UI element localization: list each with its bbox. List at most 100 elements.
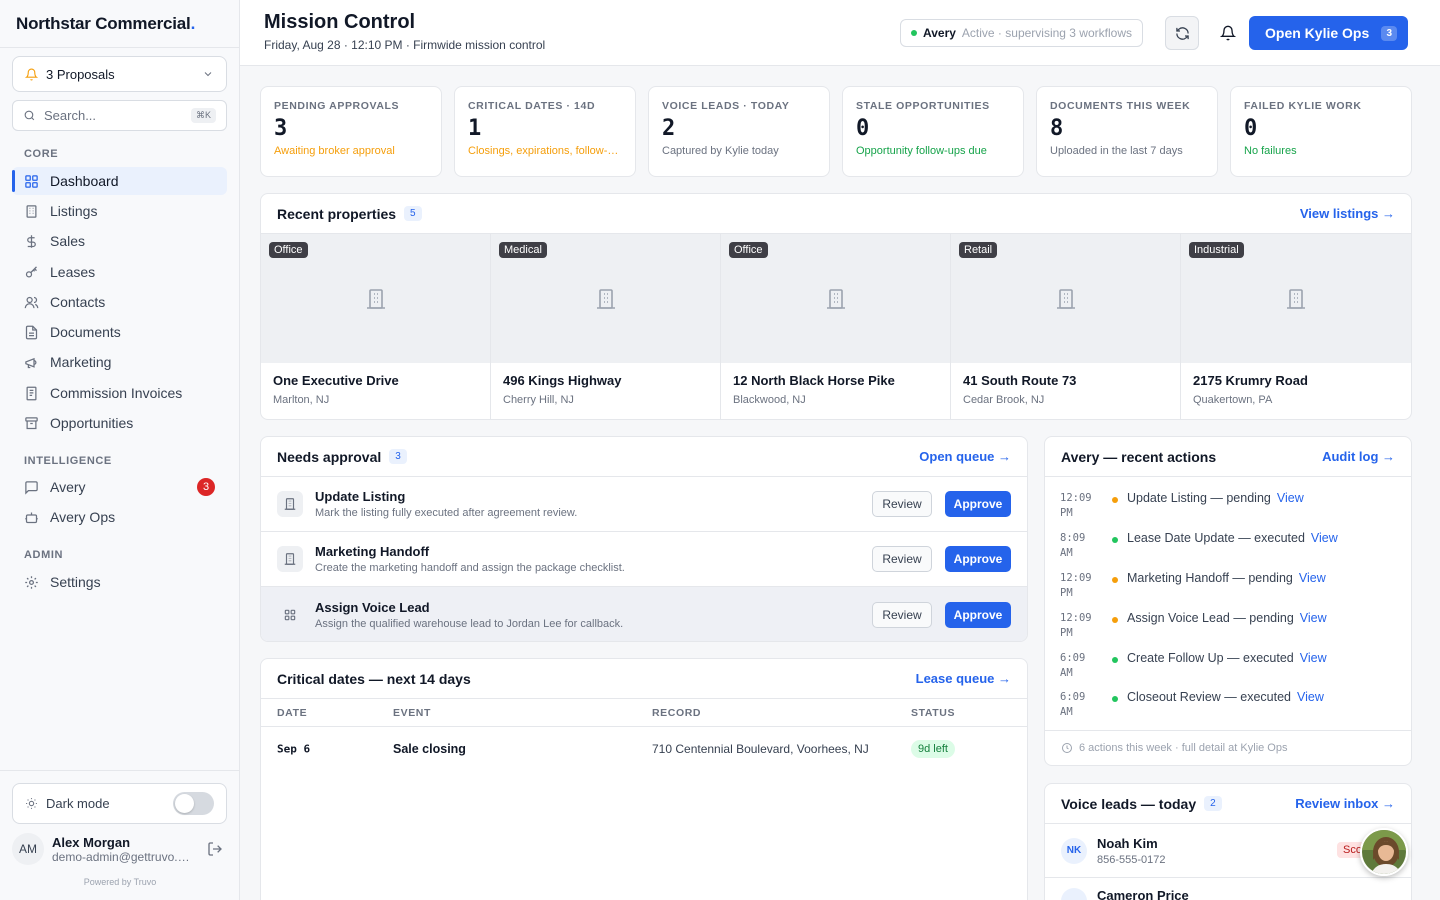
property-name: 496 Kings Highway <box>503 373 622 388</box>
approve-button[interactable]: Approve <box>945 546 1011 572</box>
sidebar-item-opportunities[interactable]: Opportunities <box>12 409 227 437</box>
building-icon <box>1054 287 1078 311</box>
property-card[interactable]: Retail 41 South Route 73 Cedar Brook, NJ <box>951 234 1181 419</box>
property-type-tag: Industrial <box>1189 242 1244 258</box>
approval-description: Mark the listing fully executed after ag… <box>315 507 578 519</box>
sidebar-item-commission-invoices[interactable]: Commission Invoices <box>12 379 227 407</box>
table-header: DATE EVENT RECORD STATUS <box>261 699 1027 727</box>
approval-title: Assign Voice Lead <box>315 599 430 615</box>
proposals-dropdown[interactable]: 3 Proposals <box>12 56 227 92</box>
stat-card-failed-work[interactable]: FAILED KYLIE WORK 0 No failures <box>1230 86 1412 177</box>
dark-mode-row: Dark mode <box>12 783 227 824</box>
stat-label: VOICE LEADS · TODAY <box>662 100 790 112</box>
view-link[interactable]: View <box>1300 611 1327 625</box>
sidebar-item-label: Settings <box>50 574 101 590</box>
search-input[interactable]: Search... ⌘K <box>12 100 227 131</box>
recent-properties-panel: Recent properties 5 View listings → Offi… <box>260 193 1412 420</box>
sidebar-item-marketing[interactable]: Marketing <box>12 348 227 376</box>
action-text: Assign Voice Lead — pending <box>1127 611 1294 625</box>
property-card[interactable]: Industrial 2175 Krumry Road Quakertown, … <box>1181 234 1411 419</box>
building-icon <box>594 287 618 311</box>
sidebar-item-listings[interactable]: Listings <box>12 197 227 225</box>
action-time: 12:09 PM <box>1060 492 1092 519</box>
lead-avatar <box>1061 888 1087 900</box>
open-queue-link[interactable]: Open queue → <box>919 449 1011 464</box>
property-type-tag: Retail <box>959 242 998 258</box>
proposals-label: 3 Proposals <box>46 66 115 82</box>
refresh-button[interactable] <box>1165 16 1199 50</box>
search-shortcut: ⌘K <box>190 108 216 123</box>
review-inbox-link[interactable]: Review inbox → <box>1295 796 1395 811</box>
stat-card-pending-approvals[interactable]: PENDING APPROVALS 3 Awaiting broker appr… <box>260 86 442 177</box>
property-card[interactable]: Office One Executive Drive Marlton, NJ <box>261 234 491 419</box>
stat-card-stale-opportunities[interactable]: STALE OPPORTUNITIES 0 Opportunity follow… <box>842 86 1024 177</box>
users-icon <box>24 295 50 310</box>
sidebar-item-label: Sales <box>50 233 86 249</box>
needs-approval-panel: Needs approval 3 Open queue → Update Lis… <box>260 436 1028 642</box>
open-kylie-ops-button[interactable]: Open Kylie Ops 3 <box>1249 16 1408 50</box>
sidebar-item-avery[interactable]: Avery 3 <box>12 473 227 501</box>
user-name: Alex Morgan <box>52 834 131 850</box>
assistant-avatar-button[interactable] <box>1360 828 1408 876</box>
robot-icon <box>24 510 50 525</box>
sidebar-item-settings[interactable]: Settings <box>12 568 227 596</box>
review-button[interactable]: Review <box>872 546 932 572</box>
sidebar-item-sales[interactable]: Sales <box>12 227 227 255</box>
executed-dot <box>1112 696 1118 702</box>
stat-card-critical-dates[interactable]: CRITICAL DATES · 14D 1 Closings, expirat… <box>454 86 636 177</box>
lease-queue-link[interactable]: Lease queue → <box>916 671 1011 686</box>
brand-logo[interactable]: Northstar Commercial. <box>16 14 195 34</box>
building-icon <box>1284 287 1308 311</box>
view-link[interactable]: View <box>1311 531 1338 545</box>
sidebar-item-dashboard[interactable]: Dashboard <box>12 167 227 195</box>
stat-card-documents[interactable]: DOCUMENTS THIS WEEK 8 Uploaded in the la… <box>1036 86 1218 177</box>
user-profile[interactable]: AM Alex Morgan demo-admin@gettruvo.com <box>12 832 227 866</box>
audit-log-link[interactable]: Audit log → <box>1322 449 1395 464</box>
action-item: 12:09 PM Assign Voice Lead — pending View <box>1060 611 1400 651</box>
property-name: 2175 Krumry Road <box>1193 373 1308 388</box>
action-time: 6:09 AM <box>1060 652 1086 679</box>
notifications-button[interactable] <box>1211 16 1245 50</box>
table-row[interactable]: Sep 6 Sale closing 710 Centennial Boulev… <box>261 727 1027 771</box>
approve-button[interactable]: Approve <box>945 601 1011 628</box>
view-link[interactable]: View <box>1299 571 1326 585</box>
stat-card-voice-leads[interactable]: VOICE LEADS · TODAY 2 Captured by Kylie … <box>648 86 830 177</box>
actions-footer-text: 6 actions this week · full detail at Kyl… <box>1079 742 1288 754</box>
property-type-tag: Office <box>729 242 768 258</box>
agent-status-pill[interactable]: Avery Active · supervising 3 workflows <box>900 19 1143 47</box>
action-text: Closeout Review — executed <box>1127 690 1291 704</box>
sidebar-item-leases[interactable]: Leases <box>12 258 227 286</box>
action-time: 8:09 AM <box>1060 532 1086 559</box>
gear-icon <box>24 575 50 590</box>
dark-mode-toggle[interactable] <box>173 792 214 815</box>
property-image: Medical <box>491 234 720 363</box>
lead-row[interactable]: Cameron Price <box>1045 878 1411 900</box>
sidebar-item-documents[interactable]: Documents <box>12 318 227 346</box>
property-card[interactable]: Office 12 North Black Horse Pike Blackwo… <box>721 234 951 419</box>
section-intelligence-label: INTELLIGENCE <box>24 455 112 467</box>
actions-footer: 6 actions this week · full detail at Kyl… <box>1045 730 1411 765</box>
sidebar-item-contacts[interactable]: Contacts <box>12 288 227 316</box>
stat-subtext: Uploaded in the last 7 days <box>1050 145 1183 157</box>
view-link[interactable]: View <box>1277 491 1304 505</box>
property-location: Quakertown, PA <box>1193 394 1273 406</box>
megaphone-icon <box>24 355 50 370</box>
view-listings-link[interactable]: View listings → <box>1300 206 1395 221</box>
pending-dot <box>1112 577 1118 583</box>
chat-icon <box>24 480 50 495</box>
user-email: demo-admin@gettruvo.com <box>52 849 192 864</box>
notification-badge: 3 <box>197 478 215 496</box>
review-button[interactable]: Review <box>872 491 932 517</box>
approval-description: Create the marketing handoff and assign … <box>315 562 625 574</box>
view-link[interactable]: View <box>1300 651 1327 665</box>
view-link[interactable]: View <box>1297 690 1324 704</box>
stat-value: 8 <box>1050 116 1064 141</box>
property-card[interactable]: Medical 496 Kings Highway Cherry Hill, N… <box>491 234 721 419</box>
approve-button[interactable]: Approve <box>945 491 1011 517</box>
lead-row[interactable]: NK Noah Kim 856-555-0172 Sco <box>1045 824 1411 878</box>
logout-icon[interactable] <box>207 841 223 857</box>
sidebar-item-avery-ops[interactable]: Avery Ops <box>12 503 227 531</box>
stat-subtext: Closings, expirations, follow-ups <box>468 145 622 157</box>
review-button[interactable]: Review <box>872 601 932 628</box>
property-type-tag: Medical <box>499 242 547 258</box>
